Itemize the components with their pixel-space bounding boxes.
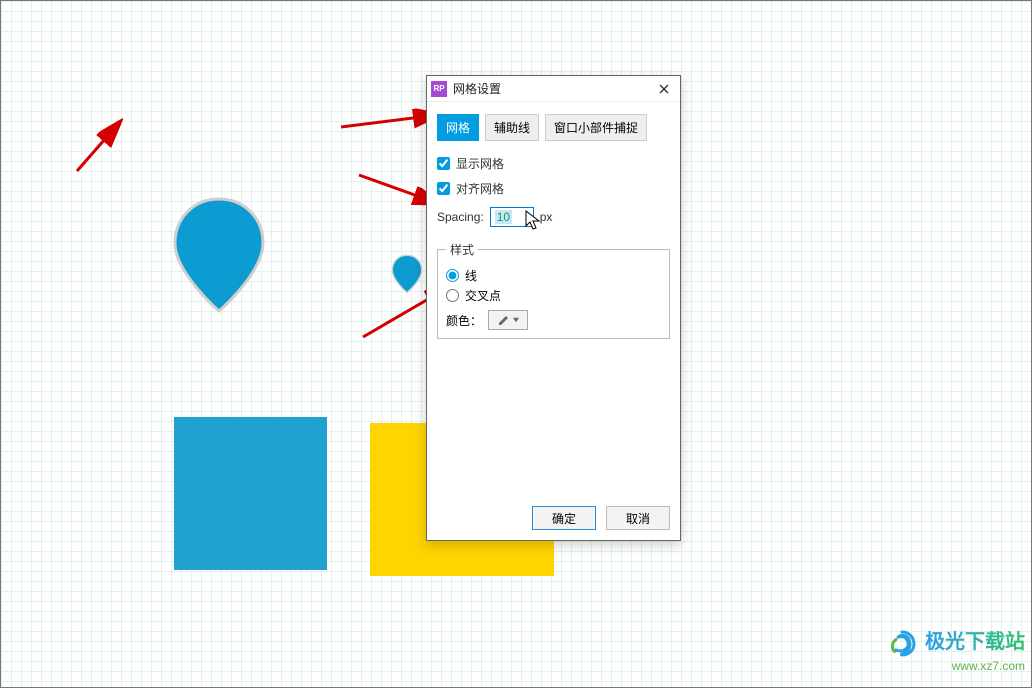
close-button[interactable] <box>652 79 676 99</box>
show-grid-row[interactable]: 显示网格 <box>437 155 670 172</box>
color-row: 颜色： <box>446 310 661 330</box>
dialog-footer: 确定 取消 <box>427 498 680 540</box>
close-icon <box>659 84 669 94</box>
color-label: 颜色： <box>446 312 482 329</box>
spacing-unit: px <box>540 210 553 224</box>
arrow-1 <box>73 115 133 175</box>
watermark-text: 极光下载站 <box>925 631 1025 653</box>
tab-snap[interactable]: 窗口小部件捕捉 <box>545 114 647 141</box>
spin-arrows-icon[interactable] <box>524 214 531 221</box>
grid-settings-dialog: RP 网格设置 网格 辅助线 窗口小部件捕捉 显示网格 对齐网格 Spacing… <box>426 75 681 541</box>
snap-grid-row[interactable]: 对齐网格 <box>437 180 670 197</box>
style-cross-label: 交叉点 <box>465 287 501 304</box>
tab-grid[interactable]: 网格 <box>437 114 479 141</box>
style-cross-radio[interactable] <box>446 289 459 302</box>
spacing-label: Spacing: <box>437 210 484 224</box>
dialog-titlebar[interactable]: RP 网格设置 <box>427 76 680 102</box>
style-line-radio[interactable] <box>446 269 459 282</box>
spacing-row: Spacing: 10 px <box>437 207 670 227</box>
dialog-title: 网格设置 <box>453 80 652 97</box>
dialog-body: 网格 辅助线 窗口小部件捕捉 显示网格 对齐网格 Spacing: 10 px … <box>427 102 680 498</box>
chevron-down-icon <box>513 317 519 323</box>
watermark: 极光下载站 www.xz7.com <box>885 625 1025 673</box>
canvas-rect-blue <box>174 417 327 570</box>
style-cross-row[interactable]: 交叉点 <box>446 287 661 304</box>
snap-grid-label: 对齐网格 <box>456 180 504 197</box>
ok-button[interactable]: 确定 <box>532 506 596 530</box>
show-grid-checkbox[interactable] <box>437 157 450 170</box>
color-picker[interactable] <box>488 310 528 330</box>
watermark-logo-icon <box>885 629 919 659</box>
tab-bar: 网格 辅助线 窗口小部件捕捉 <box>437 114 670 141</box>
watermark-url: www.xz7.com <box>885 659 1025 673</box>
canvas-pin-large <box>171 195 267 315</box>
style-line-row[interactable]: 线 <box>446 267 661 284</box>
style-fieldset: 样式 线 交叉点 颜色： <box>437 241 670 339</box>
spacing-input[interactable]: 10 <box>490 207 534 227</box>
tab-guides[interactable]: 辅助线 <box>485 114 539 141</box>
pencil-icon <box>498 314 510 326</box>
spacing-value: 10 <box>495 210 512 224</box>
style-legend: 样式 <box>446 241 478 258</box>
show-grid-label: 显示网格 <box>456 155 504 172</box>
app-icon: RP <box>431 81 447 97</box>
cancel-button[interactable]: 取消 <box>606 506 670 530</box>
snap-grid-checkbox[interactable] <box>437 182 450 195</box>
style-line-label: 线 <box>465 267 477 284</box>
